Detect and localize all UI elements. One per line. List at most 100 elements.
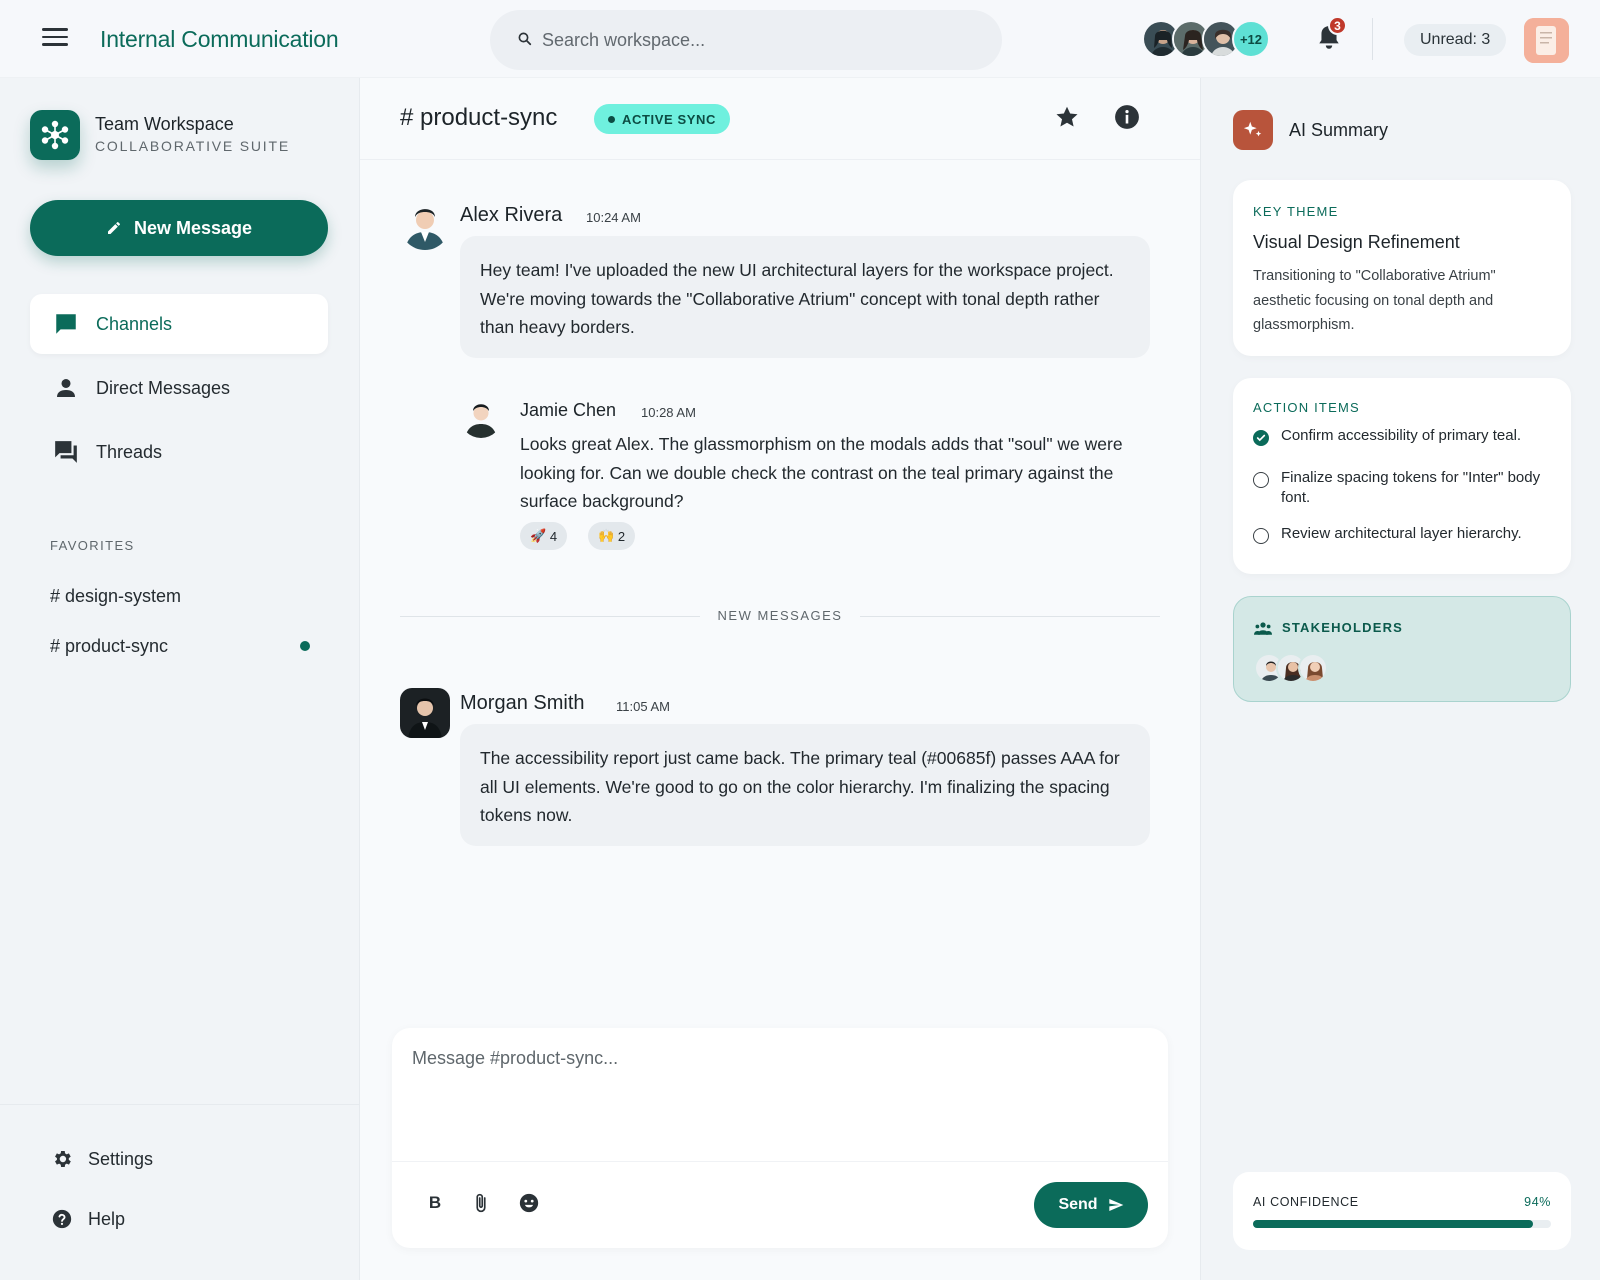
message-text: Looks great Alex. The glassmorphism on t… [520,434,1123,511]
nav-item-direct-messages[interactable]: Direct Messages [30,358,328,418]
avatar[interactable] [400,688,450,738]
header-divider [1372,18,1373,60]
avatar[interactable] [400,200,450,250]
action-item-text: Finalize spacing tokens for "Inter" body… [1281,469,1541,506]
nav-item-threads[interactable]: Threads [30,422,328,482]
new-messages-divider: NEW MESSAGES [400,606,1160,626]
left-sidebar: Team Workspace COLLABORATIVE SUITE New M… [0,78,360,1280]
key-theme-label: KEY THEME [1253,204,1339,219]
message-bubble: The accessibility report just came back.… [460,724,1150,846]
reaction-raised-hands[interactable]: 🙌 2 [588,522,636,550]
chat-bubble-icon [52,310,80,338]
sparkle-icon [1233,110,1273,150]
message-bubble: Hey team! I've uploaded the new UI archi… [460,236,1150,358]
workspace-subtitle: COLLABORATIVE SUITE [95,138,290,154]
send-label: Send [1058,1196,1098,1213]
bold-button[interactable]: B [422,1190,448,1216]
action-item-text: Review architectural layer hierarchy. [1281,525,1522,542]
notification-count-badge: 3 [1328,16,1347,35]
info-icon[interactable] [1112,102,1142,132]
action-items-card: ACTION ITEMS Confirm accessibility of pr… [1233,378,1571,574]
message-author[interactable]: Alex Rivera [460,204,562,227]
raised-hands-emoji: 🙌 [598,528,615,543]
message-author[interactable]: Jamie Chen [520,400,616,421]
send-button[interactable]: Send [1034,1182,1148,1228]
message-input[interactable] [412,1048,1148,1148]
reaction-count: 4 [549,528,558,544]
person-icon [52,374,80,402]
unchecked-circle-icon[interactable] [1253,472,1269,488]
nav-item-label: Channels [96,313,173,334]
help-icon [50,1207,74,1231]
message-time: 10:28 AM [641,405,696,420]
ai-summary-title: AI Summary [1289,120,1389,140]
action-items-label: ACTION ITEMS [1253,400,1360,415]
nav-item-channels[interactable]: Channels [30,294,328,354]
unread-count-pill[interactable]: Unread: 3 [1404,24,1507,56]
confidence-label: AI CONFIDENCE [1253,1195,1359,1209]
stakeholders-label: STAKEHOLDERS [1282,620,1404,635]
gear-icon [50,1147,74,1171]
favorite-channel-label: # design-system [50,585,182,606]
reaction-count: 2 [617,528,626,544]
stakeholder-avatar[interactable] [1298,653,1328,683]
settings-label: Settings [88,1148,154,1169]
action-item[interactable]: Confirm accessibility of primary teal. [1253,426,1558,446]
online-members[interactable]: +12 [1142,20,1270,58]
message-time: 10:24 AM [586,210,641,225]
hub-icon [41,120,69,150]
user-avatar[interactable] [1524,18,1569,63]
emoji-icon[interactable] [516,1190,542,1216]
search-bar[interactable] [490,10,1002,70]
rocket-emoji: 🚀 [530,528,547,543]
stakeholder-avatars [1254,653,1328,683]
attach-icon[interactable] [468,1190,494,1216]
unread-dot [300,641,310,651]
message-composer: B Send [392,1028,1168,1248]
search-icon [518,32,532,46]
favorite-channel[interactable]: # product-sync [50,628,310,664]
unchecked-circle-icon[interactable] [1253,528,1269,544]
sidebar-footer: Settings Help [0,1104,360,1280]
message-time: 11:05 AM [616,699,670,714]
threads-icon [52,438,80,466]
channel-view: # product-sync ACTIVE SYNC Alex Rivera 1… [360,78,1200,1280]
workspace-logo[interactable] [30,110,80,160]
confidence-bar-fill [1253,1220,1534,1228]
star-icon[interactable] [1052,102,1082,132]
key-theme-card: KEY THEME Visual Design Refinement Trans… [1233,180,1571,356]
settings-link[interactable]: Settings [50,1141,153,1177]
workspace-name: Team Workspace [95,114,234,134]
reaction-rocket[interactable]: 🚀 4 [520,522,568,550]
stakeholders-card: STAKEHOLDERS [1233,596,1571,702]
new-message-label: New Message [133,217,253,238]
action-item[interactable]: Finalize spacing tokens for "Inter" body… [1253,468,1558,508]
favorites-heading: FAVORITES [50,538,135,553]
group-icon [1254,622,1272,635]
confidence-value: 94% [1524,1195,1551,1209]
menu-icon[interactable] [42,28,68,48]
new-messages-label: NEW MESSAGES [717,608,843,623]
message-author[interactable]: Morgan Smith [460,692,585,715]
favorite-channel[interactable]: # design-system [50,578,310,614]
more-members-badge[interactable]: +12 [1232,20,1270,58]
ai-confidence-card: AI CONFIDENCE 94% [1233,1172,1571,1250]
send-icon [1108,1199,1123,1211]
help-link[interactable]: Help [50,1201,125,1237]
channel-header: # product-sync ACTIVE SYNC [360,78,1200,160]
action-item-text: Confirm accessibility of primary teal. [1281,427,1522,444]
new-message-button[interactable]: New Message [30,200,328,256]
status-badge: ACTIVE SYNC [594,104,731,134]
key-theme-heading: Visual Design Refinement [1253,232,1460,252]
app-title: Internal Communication [100,26,339,52]
channel-title: # product-sync [400,104,558,131]
ai-summary-panel: AI Summary KEY THEME Visual Design Refin… [1200,78,1600,1280]
action-item[interactable]: Review architectural layer hierarchy. [1253,524,1558,544]
confidence-bar [1253,1220,1551,1228]
nav-item-label: Direct Messages [96,377,231,398]
checked-circle-icon[interactable] [1253,430,1269,446]
avatar[interactable] [460,396,502,438]
search-input[interactable] [542,24,962,56]
favorite-channel-label: # product-sync [50,635,169,656]
nav-item-label: Threads [96,441,163,462]
